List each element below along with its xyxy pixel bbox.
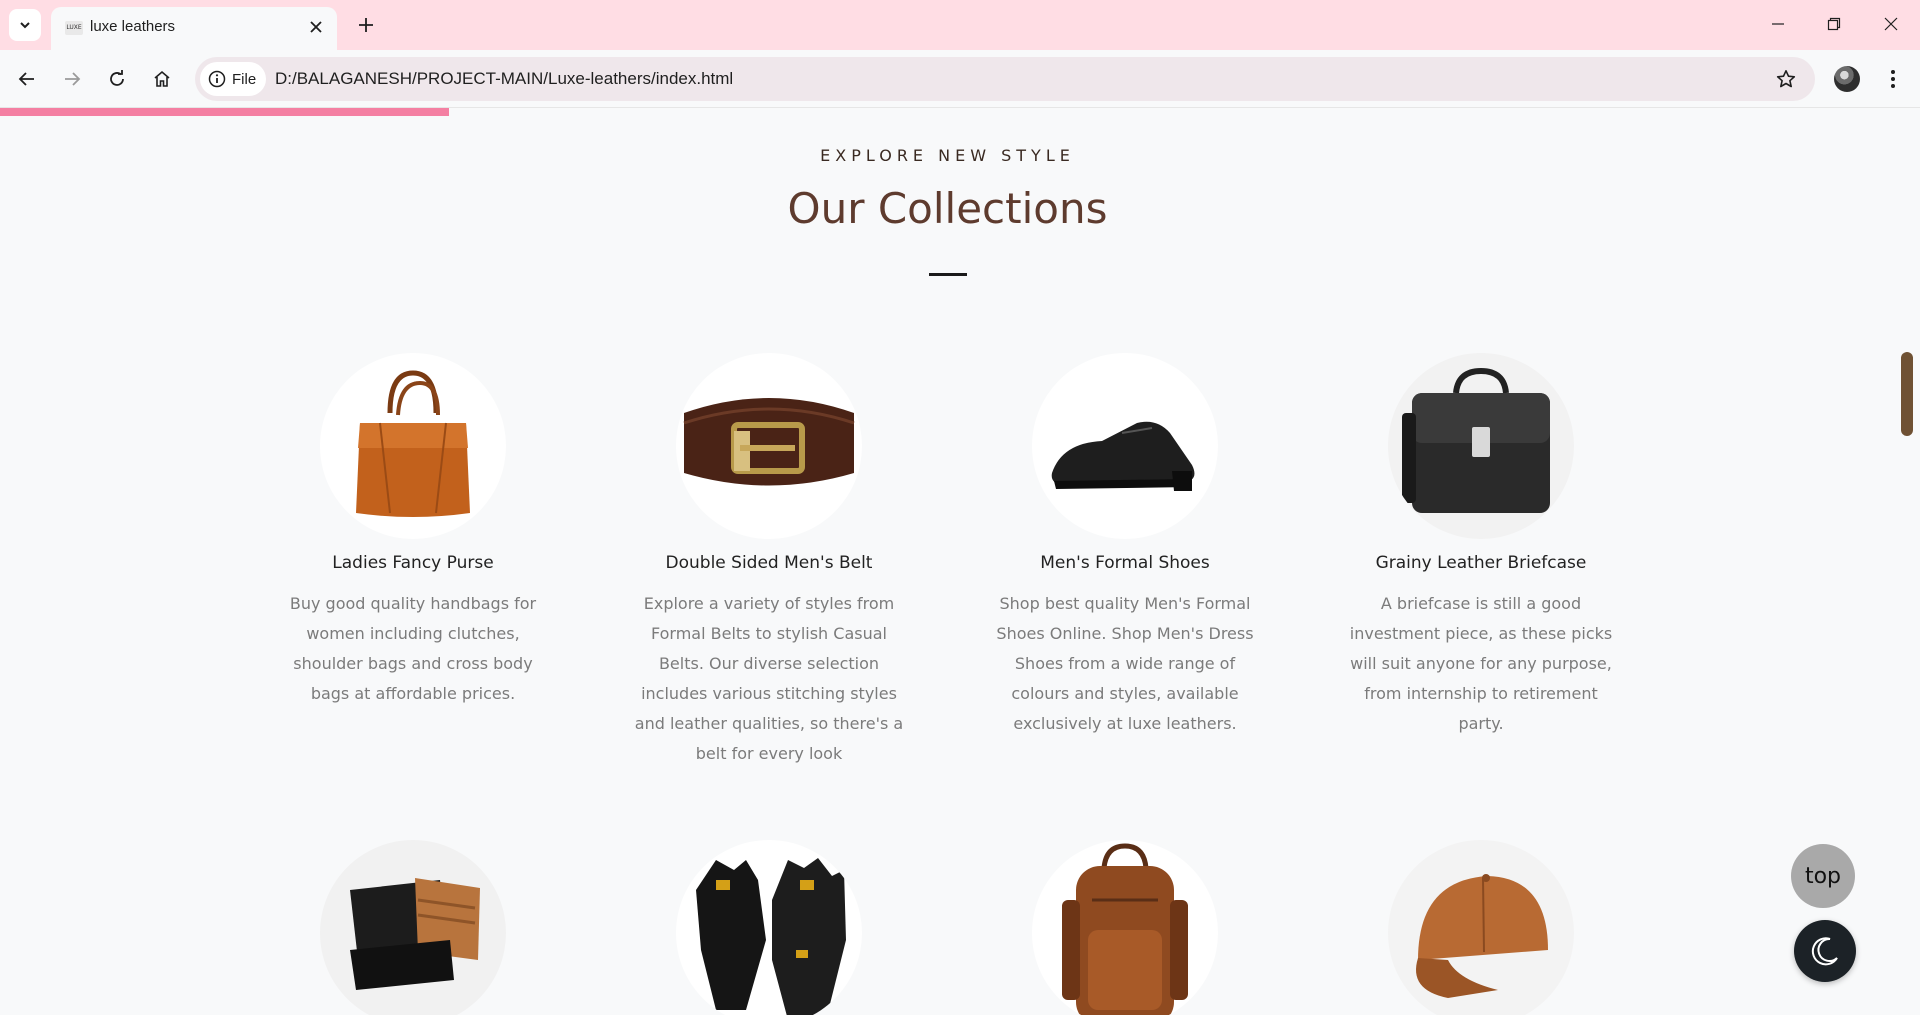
- wallet-image: [320, 840, 506, 1015]
- restore-icon: [1827, 17, 1841, 31]
- page-scrollbar-thumb[interactable]: [1901, 352, 1913, 436]
- collection-description: A briefcase is still a good investment p…: [1349, 594, 1613, 733]
- bookmark-button[interactable]: [1773, 66, 1799, 92]
- belt-image: [676, 353, 862, 539]
- tab-title: luxe leathers: [90, 18, 176, 35]
- active-tab[interactable]: LUXE luxe leathers: [51, 7, 337, 50]
- browser-tab-strip: LUXE luxe leathers: [0, 0, 1920, 50]
- section-eyebrow: EXPLORE NEW STYLE: [820, 146, 1075, 165]
- heading-divider: [929, 273, 967, 276]
- profile-avatar[interactable]: [1834, 66, 1860, 92]
- close-window-button[interactable]: [1867, 4, 1915, 44]
- minimize-icon: [1772, 23, 1784, 25]
- plus-icon: [359, 18, 373, 32]
- cap-image: [1388, 840, 1574, 1015]
- collection-title: Ladies Fancy Purse: [332, 553, 494, 573]
- address-bar[interactable]: File D:/BALAGANESH/PROJECT-MAIN/Luxe-lea…: [195, 57, 1815, 101]
- url-text[interactable]: D:/BALAGANESH/PROJECT-MAIN/Luxe-leathers…: [275, 68, 733, 90]
- collection-description: Shop best quality Men's Formal Shoes Onl…: [996, 594, 1254, 733]
- dark-mode-toggle[interactable]: [1794, 920, 1856, 982]
- tab-close-button[interactable]: [305, 16, 327, 38]
- reload-button[interactable]: [100, 62, 134, 96]
- collections-section: EXPLORE NEW STYLE Our Collections Ladies…: [0, 116, 1920, 1015]
- home-icon: [154, 70, 170, 87]
- chevron-down-icon: [20, 22, 30, 29]
- info-icon: [208, 70, 226, 88]
- reload-icon: [110, 70, 124, 86]
- collection-description: Explore a variety of styles from Formal …: [634, 594, 904, 763]
- arrow-left-icon: [18, 72, 34, 86]
- section-heading: Our Collections: [787, 184, 1108, 233]
- tab-favicon-icon: LUXE: [65, 21, 83, 35]
- back-to-top-button[interactable]: top: [1791, 844, 1855, 908]
- more-vertical-icon: [1891, 70, 1895, 88]
- close-icon: [1884, 17, 1898, 31]
- restore-button[interactable]: [1810, 4, 1858, 44]
- briefcase-image: [1388, 353, 1574, 539]
- site-info-chip[interactable]: File: [200, 62, 266, 96]
- collection-title: Grainy Leather Briefcase: [1375, 553, 1587, 573]
- shoe-image: [1032, 353, 1218, 539]
- forward-button[interactable]: [55, 62, 89, 96]
- arrow-right-icon: [65, 72, 81, 86]
- file-chip-label: File: [232, 70, 257, 88]
- backpack-image: [1032, 840, 1218, 1015]
- tab-search-button[interactable]: [9, 9, 41, 41]
- star-icon: [1776, 70, 1796, 88]
- close-icon: [310, 21, 322, 33]
- collection-title: Double Sided Men's Belt: [665, 553, 873, 573]
- home-button[interactable]: [145, 62, 179, 96]
- gloves-image: [676, 840, 862, 1015]
- back-button[interactable]: [10, 62, 44, 96]
- collection-title: Men's Formal Shoes: [1040, 553, 1210, 573]
- new-tab-button[interactable]: [352, 9, 380, 41]
- scroll-progress-bar: [0, 108, 450, 116]
- handbag-image: [320, 353, 506, 539]
- browser-toolbar: File D:/BALAGANESH/PROJECT-MAIN/Luxe-lea…: [0, 50, 1920, 108]
- browser-menu-button[interactable]: [1880, 63, 1906, 95]
- collection-description: Buy good quality handbags for women incl…: [289, 594, 537, 703]
- moon-icon: [1811, 937, 1838, 966]
- minimize-button[interactable]: [1754, 4, 1802, 44]
